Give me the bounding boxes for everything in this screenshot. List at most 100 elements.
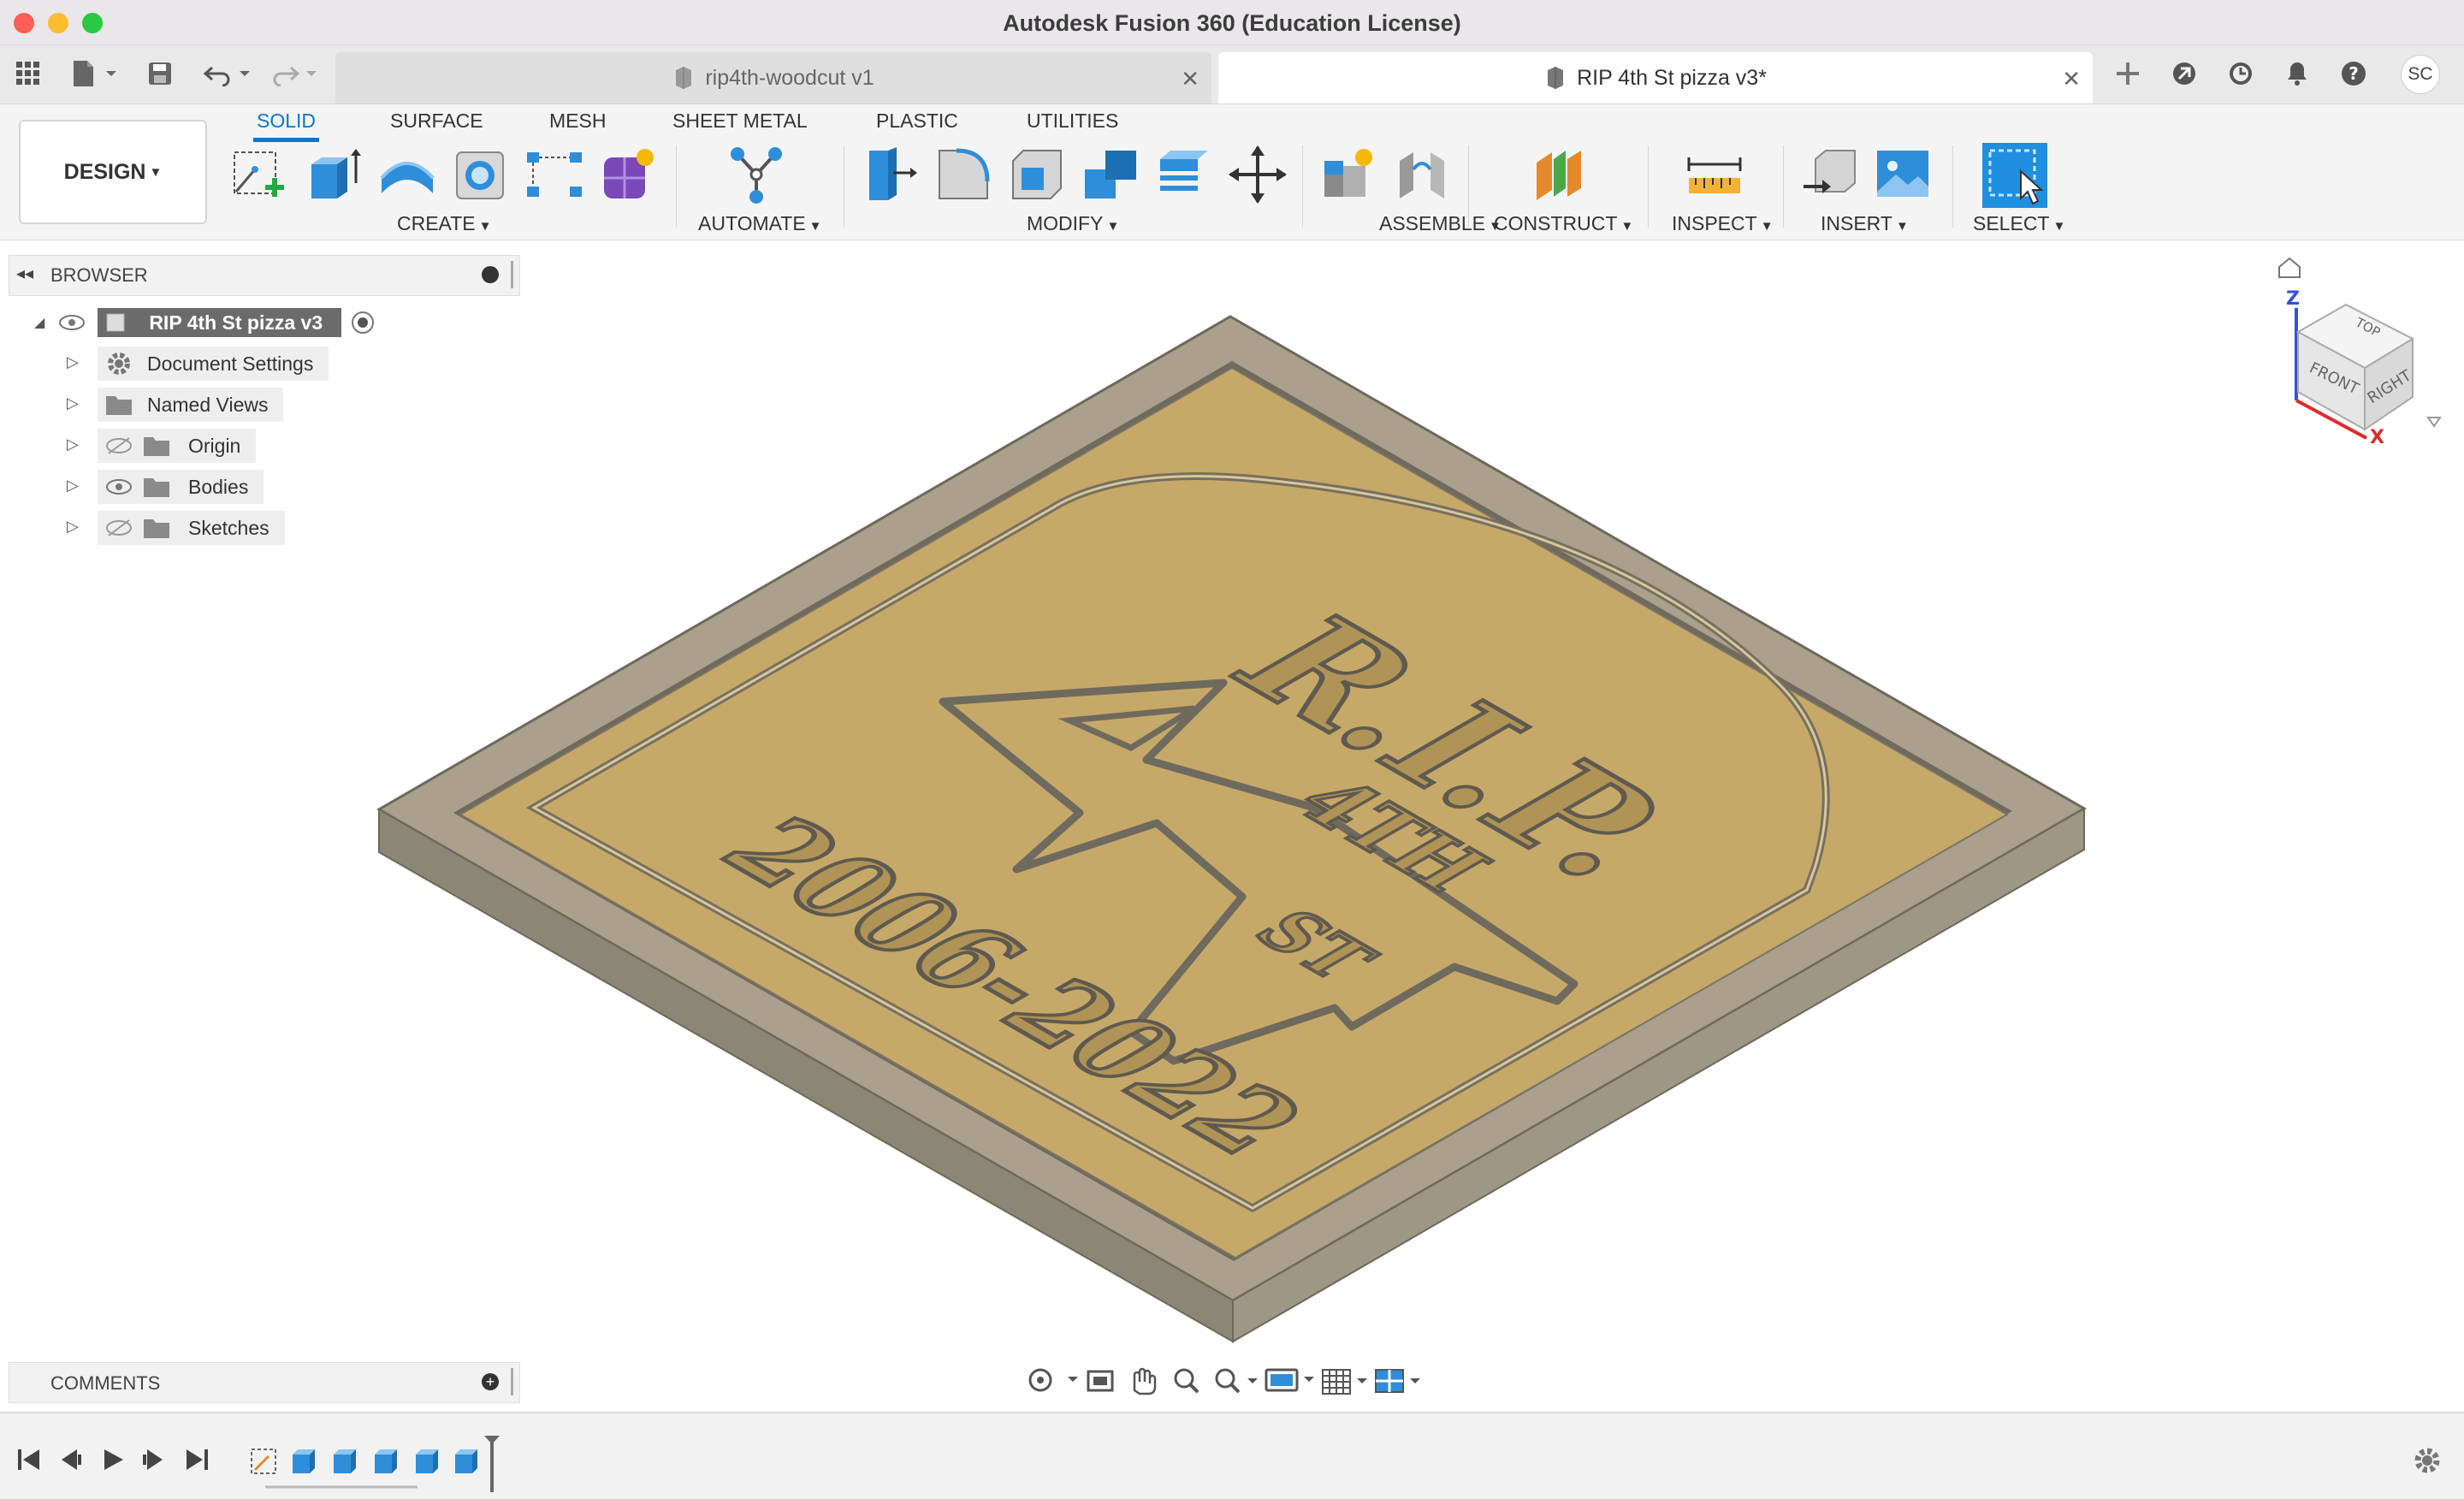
inspect-group-label[interactable]: INSPECT ▼ — [1672, 212, 1774, 235]
pattern-icon[interactable] — [524, 144, 585, 205]
tab-rip-4th-st-pizza[interactable]: RIP 4th St pizza v3* ✕ — [1218, 52, 2093, 104]
job-status-clock-icon[interactable] — [2223, 57, 2259, 90]
tab-sheet-metal[interactable]: SHEET METAL — [669, 110, 811, 138]
select-group-label[interactable]: SELECT ▼ — [1973, 212, 2065, 235]
viewports-icon[interactable] — [1371, 1363, 1424, 1397]
insert-derive-icon[interactable] — [1800, 144, 1862, 205]
viewcube-menu-icon[interactable] — [2426, 417, 2442, 428]
modify-group-label[interactable]: MODIFY ▼ — [1027, 212, 1119, 235]
tab-mesh[interactable]: MESH — [546, 110, 609, 138]
measure-icon[interactable] — [1684, 144, 1745, 205]
browser-item-origin[interactable]: ▷ Origin — [67, 429, 257, 463]
canvas-viewport[interactable]: R.I.P. 4TH ST 2006-2022 — [0, 240, 2464, 1412]
joint-icon[interactable] — [1391, 144, 1453, 205]
timeline-marker-handle[interactable] — [484, 1436, 500, 1492]
orbit-icon[interactable] — [1023, 1363, 1080, 1397]
data-panel-grid-icon[interactable] — [12, 57, 44, 90]
eye-hidden-icon[interactable] — [104, 518, 133, 537]
home-view-icon[interactable] — [2278, 257, 2301, 278]
activate-radio-icon[interactable] — [348, 308, 377, 337]
new-component-icon[interactable] — [1318, 144, 1379, 205]
close-tab-icon[interactable]: ✕ — [2062, 66, 2081, 92]
timeline-settings-gear-icon[interactable] — [2413, 1446, 2442, 1475]
pan-hand-icon[interactable] — [1122, 1363, 1165, 1397]
display-settings-icon[interactable] — [1261, 1363, 1318, 1397]
redo-icon[interactable] — [269, 57, 320, 90]
browser-panel-header[interactable]: ◂◂ BROWSER — [9, 255, 520, 296]
timeline-extrude-feature-icon[interactable] — [416, 1449, 438, 1473]
tab-utilities[interactable]: UTILITIES — [1023, 110, 1122, 138]
play-icon[interactable] — [99, 1446, 127, 1473]
zoom-icon[interactable] — [1165, 1363, 1208, 1397]
fillet-icon[interactable] — [933, 144, 994, 205]
browser-root-node[interactable]: ◢ RIP 4th St pizza v3 — [34, 305, 377, 340]
add-comment-icon[interactable]: + — [482, 1373, 499, 1390]
browser-item-sketches[interactable]: ▷ Sketches — [67, 511, 285, 545]
extrude-icon[interactable] — [303, 144, 364, 205]
file-menu-icon[interactable] — [68, 57, 120, 90]
assemble-group-label[interactable]: ASSEMBLE ▼ — [1379, 212, 1502, 235]
offset-face-icon[interactable] — [1153, 144, 1215, 205]
go-to-end-icon[interactable] — [183, 1446, 210, 1473]
create-form-icon[interactable] — [597, 144, 659, 205]
view-cube[interactable]: Z X TOP FRONT RIGHT — [2260, 257, 2447, 453]
notifications-bell-icon[interactable] — [2279, 57, 2315, 90]
browser-minimize-icon[interactable] — [482, 266, 499, 283]
expand-chevron-icon[interactable]: ▷ — [67, 518, 79, 536]
zoom-window-icon[interactable] — [1208, 1363, 1261, 1397]
create-sketch-icon[interactable] — [229, 144, 291, 205]
step-back-icon[interactable] — [56, 1446, 84, 1473]
construct-group-label[interactable]: CONSTRUCT ▼ — [1494, 212, 1633, 235]
timeline-features[interactable] — [246, 1432, 512, 1494]
comments-panel-header[interactable]: COMMENTS + — [9, 1362, 520, 1403]
combine-icon[interactable] — [1080, 144, 1141, 205]
expand-chevron-icon[interactable]: ▷ — [67, 477, 79, 495]
panel-resize-handle[interactable] — [511, 261, 513, 288]
timeline-extrude-feature-icon[interactable] — [334, 1449, 356, 1473]
expand-chevron-icon[interactable]: ▷ — [67, 353, 79, 371]
create-group-label[interactable]: CREATE ▼ — [397, 212, 491, 235]
hole-icon[interactable] — [450, 144, 512, 205]
collapse-panel-icon[interactable]: ◂◂ — [16, 263, 33, 284]
user-avatar[interactable]: SC — [2401, 55, 2440, 94]
eye-hidden-icon[interactable] — [104, 436, 133, 455]
insert-canvas-icon[interactable] — [1872, 144, 1934, 205]
insert-group-label[interactable]: INSERT ▼ — [1821, 212, 1909, 235]
construct-plane-icon[interactable] — [1528, 144, 1590, 205]
select-icon[interactable] — [1981, 142, 2048, 209]
browser-item-bodies[interactable]: ▷ Bodies — [67, 470, 264, 504]
grid-settings-icon[interactable] — [1318, 1363, 1371, 1397]
tab-plastic[interactable]: PLASTIC — [873, 110, 962, 138]
revolve-icon[interactable] — [376, 144, 438, 205]
tab-surface[interactable]: SURFACE — [387, 110, 487, 138]
timeline-extrude-feature-icon[interactable] — [455, 1449, 477, 1473]
expand-chevron-icon[interactable]: ▷ — [67, 435, 79, 453]
browser-item-named-views[interactable]: ▷ Named Views — [67, 388, 284, 422]
tab-rip4th-woodcut[interactable]: rip4th-woodcut v1 ✕ — [335, 52, 1211, 104]
workspace-switcher-button[interactable]: DESIGN ▼ — [19, 120, 207, 224]
expand-chevron-icon[interactable]: ▷ — [67, 394, 79, 412]
timeline-extrude-feature-icon[interactable] — [375, 1449, 397, 1473]
panel-resize-handle[interactable] — [511, 1368, 513, 1395]
go-to-start-icon[interactable] — [15, 1446, 43, 1473]
collapse-caret-icon[interactable]: ◢ — [34, 314, 44, 331]
eye-visible-icon[interactable] — [58, 313, 86, 332]
close-tab-icon[interactable]: ✕ — [1181, 66, 1199, 92]
automate-group-label[interactable]: AUTOMATE ▼ — [698, 212, 822, 235]
look-at-icon[interactable] — [1080, 1363, 1122, 1397]
shell-icon[interactable] — [1006, 144, 1068, 205]
help-icon[interactable]: ? — [2336, 57, 2372, 90]
timeline-extrude-feature-icon[interactable] — [293, 1449, 315, 1473]
browser-item-document-settings[interactable]: ▷ Document Settings — [67, 347, 329, 381]
press-pull-icon[interactable] — [859, 144, 921, 205]
new-tab-plus-icon[interactable] — [2110, 57, 2146, 90]
eye-visible-icon[interactable] — [104, 477, 133, 496]
automate-icon[interactable] — [726, 144, 787, 205]
undo-icon[interactable] — [202, 57, 253, 90]
timeline-sketch-feature-icon[interactable] — [251, 1449, 276, 1474]
tab-solid[interactable]: SOLID — [253, 110, 320, 142]
save-icon[interactable] — [144, 57, 176, 90]
extensions-icon[interactable] — [2166, 57, 2202, 90]
step-forward-icon[interactable] — [140, 1446, 168, 1473]
move-copy-icon[interactable] — [1227, 144, 1288, 205]
